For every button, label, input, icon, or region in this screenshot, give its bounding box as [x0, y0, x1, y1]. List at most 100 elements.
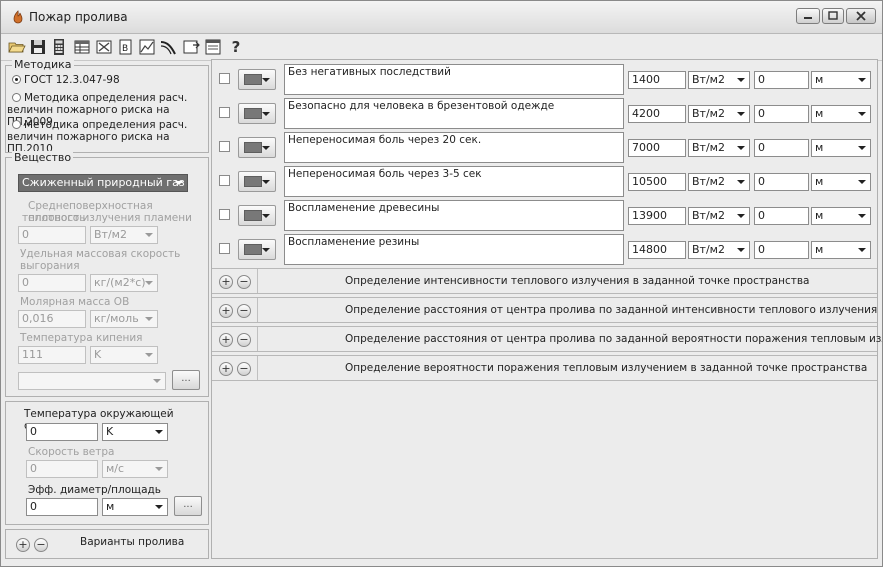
threshold-unit-select[interactable]: Вт/м2	[688, 71, 750, 89]
threshold-color-button[interactable]	[238, 171, 276, 192]
threshold-distance-unit-select[interactable]: м	[811, 105, 871, 123]
threshold-distance-input[interactable]: 0	[754, 139, 809, 157]
threshold-distance-input[interactable]: 0	[754, 71, 809, 89]
chevron-down-icon	[858, 214, 866, 218]
threshold-unit-select[interactable]: Вт/м2	[688, 207, 750, 225]
threshold-distance-input[interactable]: 0	[754, 105, 809, 123]
threshold-distance-unit-select[interactable]: м	[811, 241, 871, 259]
threshold-value-input[interactable]: 14800	[628, 241, 686, 259]
method-option-2010[interactable]: Методика определения расч. величин пожар…	[7, 119, 208, 155]
substance-group: Вещество Сжиженный природный газ Среднеп…	[5, 151, 209, 397]
chart-button[interactable]	[137, 37, 157, 57]
threshold-checkbox[interactable]	[219, 107, 230, 118]
threshold-checkbox[interactable]	[219, 175, 230, 186]
threshold-description[interactable]: Воспламенение резины	[284, 234, 624, 265]
threshold-value-input[interactable]: 13900	[628, 207, 686, 225]
spill-browse-button[interactable]: ...	[174, 496, 202, 516]
save-button[interactable]	[28, 37, 48, 57]
threshold-unit-select[interactable]: Вт/м2	[688, 241, 750, 259]
section-divider	[257, 356, 258, 380]
radio-gost[interactable]	[12, 75, 21, 84]
burn-rate-unit-select[interactable]: кг/(м2*с)	[90, 274, 158, 292]
threshold-value-input[interactable]: 7000	[628, 139, 686, 157]
spill-diameter-unit-select[interactable]: м	[102, 498, 168, 516]
maximize-button[interactable]	[822, 8, 844, 24]
ambient-temp-unit-select[interactable]: K	[102, 423, 168, 441]
chevron-down-icon	[858, 248, 866, 252]
threshold-value-input[interactable]: 10500	[628, 173, 686, 191]
table-button[interactable]	[72, 37, 92, 57]
substance-extra-select[interactable]	[18, 372, 166, 390]
substance-select[interactable]: Сжиженный природный газ	[18, 174, 188, 192]
threshold-color-button[interactable]	[238, 205, 276, 226]
threshold-description[interactable]: Безопасно для человека в брезентовой оде…	[284, 98, 624, 129]
radio-2010[interactable]	[12, 120, 21, 129]
document-button[interactable]: B	[116, 37, 136, 57]
section-title: Определение расстояния от центра пролива…	[345, 304, 878, 316]
burn-rate-label-1: Удельная массовая скорость	[20, 248, 181, 260]
wind-speed-unit-select[interactable]: м/с	[102, 460, 168, 478]
section-expand-button[interactable]: +	[219, 304, 233, 318]
threshold-distance-input[interactable]: 0	[754, 241, 809, 259]
curve-button[interactable]	[159, 37, 179, 57]
export-button[interactable]	[181, 37, 201, 57]
open-button[interactable]	[7, 37, 27, 57]
threshold-checkbox[interactable]	[219, 141, 230, 152]
section-divider	[257, 269, 258, 293]
wind-speed-input[interactable]: 0	[26, 460, 98, 478]
heat-flux-unit-select[interactable]: Вт/м2	[90, 226, 158, 244]
help-button[interactable]: ?	[226, 37, 246, 57]
threshold-distance-unit-select[interactable]: м	[811, 207, 871, 225]
report-button[interactable]	[203, 37, 223, 57]
threshold-color-button[interactable]	[238, 69, 276, 90]
section-expand-button[interactable]: +	[219, 275, 233, 289]
threshold-description[interactable]: Непереносимая боль через 3-5 сек	[284, 166, 624, 197]
section-collapse-button[interactable]: −	[237, 333, 251, 347]
threshold-unit-select[interactable]: Вт/м2	[688, 173, 750, 191]
molar-mass-unit-select[interactable]: кг/моль	[90, 310, 158, 328]
boiling-unit-select[interactable]: K	[90, 346, 158, 364]
heat-flux-input[interactable]: 0	[18, 226, 86, 244]
variants-add-button[interactable]: +	[16, 538, 30, 552]
grid-button[interactable]	[94, 37, 114, 57]
threshold-description[interactable]: Воспламенение древесины	[284, 200, 624, 231]
section-collapse-button[interactable]: −	[237, 304, 251, 318]
spill-diameter-input[interactable]: 0	[26, 498, 98, 516]
calc-section: + − Определение расстояния от центра про…	[212, 297, 877, 323]
boiling-input[interactable]: 111	[18, 346, 86, 364]
threshold-checkbox[interactable]	[219, 209, 230, 220]
threshold-color-button[interactable]	[238, 137, 276, 158]
section-expand-button[interactable]: +	[219, 333, 233, 347]
threshold-description[interactable]: Без негативных последствий	[284, 64, 624, 95]
open-folder-icon	[8, 42, 26, 53]
threshold-distance-input[interactable]: 0	[754, 207, 809, 225]
threshold-value-input[interactable]: 1400	[628, 71, 686, 89]
threshold-checkbox[interactable]	[219, 243, 230, 254]
molar-mass-unit-value: кг/моль	[94, 312, 139, 325]
threshold-distance-unit-select[interactable]: м	[811, 173, 871, 191]
section-collapse-button[interactable]: −	[237, 362, 251, 376]
section-collapse-button[interactable]: −	[237, 275, 251, 289]
threshold-distance-unit-select[interactable]: м	[811, 139, 871, 157]
burn-rate-input[interactable]: 0	[18, 274, 86, 292]
threshold-distance-unit-select[interactable]: м	[811, 71, 871, 89]
threshold-distance-input[interactable]: 0	[754, 173, 809, 191]
threshold-description[interactable]: Непереносимая боль через 20 сек.	[284, 132, 624, 163]
substance-browse-button[interactable]: ...	[172, 370, 200, 390]
threshold-unit-select[interactable]: Вт/м2	[688, 105, 750, 123]
method-option-gost[interactable]: ГОСТ 12.3.047-98	[12, 74, 120, 86]
minimize-icon	[804, 17, 812, 19]
threshold-color-button[interactable]	[238, 103, 276, 124]
threshold-color-button[interactable]	[238, 239, 276, 260]
ambient-temp-input[interactable]: 0	[26, 423, 98, 441]
molar-mass-input[interactable]: 0,016	[18, 310, 86, 328]
radio-2009[interactable]	[12, 93, 21, 102]
threshold-value-input[interactable]: 4200	[628, 105, 686, 123]
variants-remove-button[interactable]: −	[34, 538, 48, 552]
threshold-unit-select[interactable]: Вт/м2	[688, 139, 750, 157]
threshold-checkbox[interactable]	[219, 73, 230, 84]
calculator-button[interactable]	[49, 37, 69, 57]
minimize-button[interactable]	[796, 8, 820, 24]
close-button[interactable]	[846, 8, 876, 24]
section-expand-button[interactable]: +	[219, 362, 233, 376]
